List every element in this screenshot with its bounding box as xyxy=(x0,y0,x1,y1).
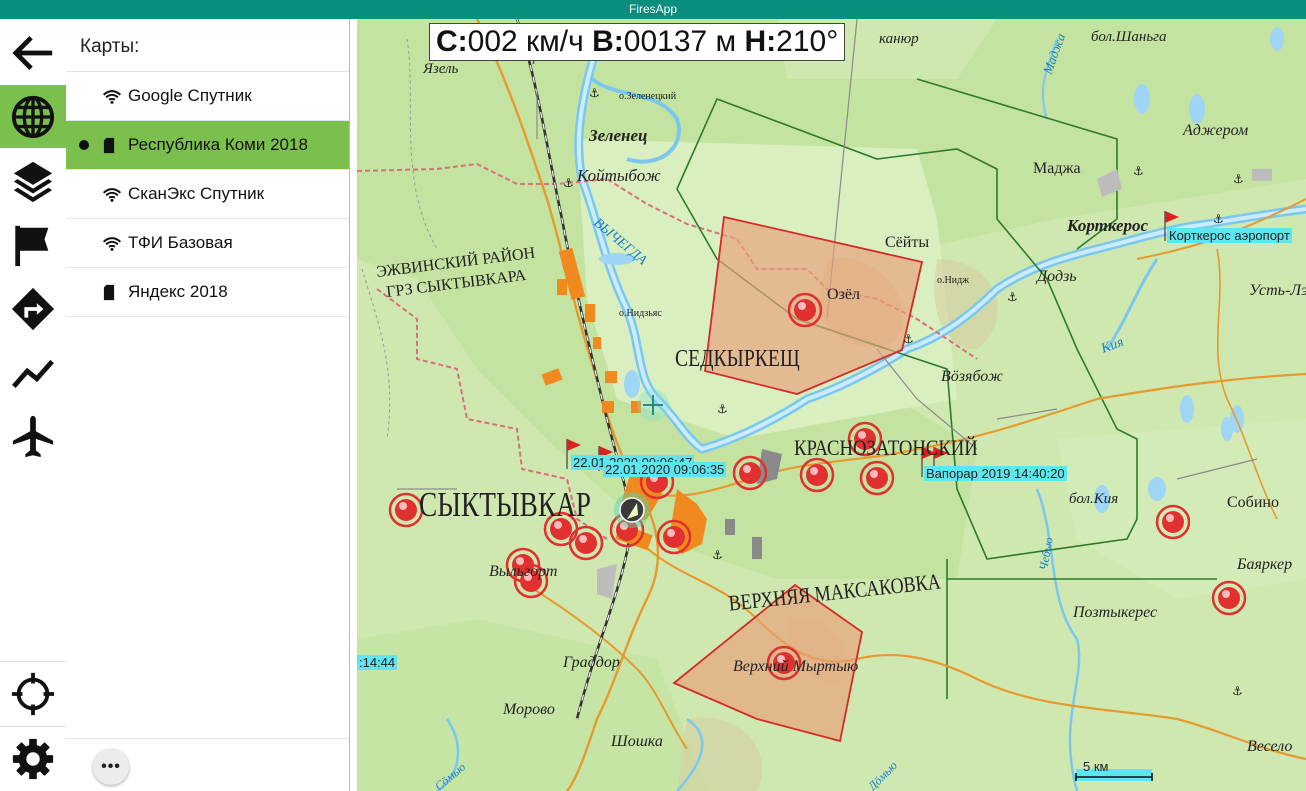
heading-value: 210° xyxy=(776,25,839,58)
altitude-label: В: xyxy=(592,25,624,58)
gear-icon xyxy=(12,738,54,779)
svg-text:⚓: ⚓ xyxy=(712,548,723,562)
label-graddor: Граддор xyxy=(562,654,620,671)
map-item-komi-2018[interactable]: Республика Коми 2018 xyxy=(66,121,349,170)
flags-button[interactable] xyxy=(0,213,66,276)
wifi-icon xyxy=(102,87,122,105)
label-morovo: Морово xyxy=(502,701,555,718)
settings-button[interactable] xyxy=(0,727,66,790)
heading-label: Н: xyxy=(744,25,777,58)
layers-button[interactable] xyxy=(0,149,66,212)
label-maja: Маджа xyxy=(1033,160,1081,177)
panel-title: Карты: xyxy=(66,19,349,72)
map-item-label: Google Спутник xyxy=(128,86,252,105)
flag-icon xyxy=(15,225,49,266)
arrow-left-icon xyxy=(12,35,53,70)
label-koytybozh: Койтыбож xyxy=(576,166,661,185)
gps-info-bar: С:002 км/ч В:00137 м Н:210° xyxy=(429,23,846,61)
label-kortkeros: Корткерос xyxy=(1066,216,1149,235)
svg-text:⚓: ⚓ xyxy=(1232,684,1243,698)
tool-rail xyxy=(0,19,67,791)
svg-text:⚓: ⚓ xyxy=(903,332,914,346)
map-item-label: Яндекс 2018 xyxy=(128,282,228,301)
label-shoshka: Шошка xyxy=(610,733,663,750)
label-o-nidzh: о.Нидж xyxy=(937,275,969,286)
track-button[interactable] xyxy=(0,341,66,404)
map-item-google-satellite[interactable]: Google Спутник xyxy=(66,72,349,121)
map-canvas[interactable]: ⚓ ⚓ ⚓ ⚓ ⚓ ⚓ ⚓ ⚓ ⚓ ⚓ СЫКТЫВКАР СЕДКЫРКЕЩ КРАСНО… xyxy=(357,19,1306,791)
crosshair-icon xyxy=(11,672,55,715)
wifi-icon xyxy=(102,234,122,252)
label-o-nidzyas: о.Нидзьяс xyxy=(619,308,662,319)
label-verkhny-myrtyu: Верхний Мыртыю xyxy=(733,658,858,675)
map-item-label: ТФИ Базовая xyxy=(128,233,233,252)
app-title-bar: FiresApp xyxy=(0,0,1306,19)
map-item-tfi-base[interactable]: ТФИ Базовая xyxy=(66,219,349,268)
layers-icon xyxy=(13,161,53,202)
flag-label[interactable]: Корткерос аэропорт xyxy=(1167,228,1292,243)
back-button[interactable] xyxy=(0,21,66,84)
label-zelenets: Зеленец xyxy=(588,126,647,145)
airplane-icon xyxy=(12,415,54,457)
wifi-icon xyxy=(102,185,122,203)
label-sedkyrkeshch: СЕДКЫРКЕЩ xyxy=(675,344,800,371)
map-item-label: СканЭкс Спутник xyxy=(128,184,265,203)
label-seyty: Сёйты xyxy=(885,234,929,251)
flag-label[interactable]: 22.01.2020 09:06:35 xyxy=(603,462,727,477)
maps-panel: Карты: Google Спутник Республика Коми 20… xyxy=(66,19,350,791)
scale-label: 5 км xyxy=(1083,759,1109,774)
label-sobino: Собино xyxy=(1227,494,1279,511)
panel-footer: ••• xyxy=(66,738,349,791)
sdcard-icon xyxy=(102,283,122,301)
map-item-yandex-2018[interactable]: Яндекс 2018 xyxy=(66,268,349,317)
label-ajerom: Аджером xyxy=(1182,122,1248,139)
more-options-button[interactable]: ••• xyxy=(93,749,129,785)
label-bol-kiya: бол.Кия xyxy=(1069,491,1118,507)
label-vylgort: Выльгорт xyxy=(489,563,557,580)
speed-value: 002 км/ч xyxy=(467,25,584,58)
flag-label[interactable]: Вапорар 2019 14:40:20 xyxy=(924,466,1067,481)
turn-right-sign-icon xyxy=(11,287,55,330)
map-item-label: Республика Коми 2018 xyxy=(128,135,308,154)
maps-button[interactable] xyxy=(0,85,66,148)
label-veselo: Весело xyxy=(1247,738,1292,755)
svg-text:⚓: ⚓ xyxy=(1213,212,1224,226)
flag-label[interactable]: :14:44 xyxy=(357,655,398,670)
app-title: FiresApp xyxy=(628,2,678,16)
svg-text:⚓: ⚓ xyxy=(563,176,574,190)
label-syktyvkar: СЫКТЫВКАР xyxy=(419,485,591,524)
altitude-value: 00137 м xyxy=(623,25,737,58)
globe-icon xyxy=(11,95,55,138)
label-yazel: Язель xyxy=(422,61,459,77)
svg-text:⚓: ⚓ xyxy=(717,402,728,416)
selected-indicator xyxy=(79,140,89,150)
label-dodz: Додзь xyxy=(1035,268,1077,285)
label-vezyabozh: Вӧзябож xyxy=(941,368,1003,385)
map-item-scanex-satellite[interactable]: СканЭкс Спутник xyxy=(66,170,349,219)
label-ust-lop: Усть-Лэ xyxy=(1249,282,1306,299)
label-ozel: Озёл xyxy=(827,286,860,303)
label-krasnozatonsky: КРАСНОЗАТОНСКИЙ xyxy=(794,436,978,461)
airplane-button[interactable] xyxy=(0,405,66,468)
svg-text:⚓: ⚓ xyxy=(1233,172,1244,186)
speed-label: С: xyxy=(436,25,468,58)
label-skanyor: канюр xyxy=(879,31,919,47)
label-bayarker: Баяркер xyxy=(1236,556,1292,573)
navigation-button[interactable] xyxy=(0,277,66,340)
label-o-zelenetsky: о.Зеленецкий xyxy=(619,91,677,102)
svg-text:⚓: ⚓ xyxy=(1007,290,1018,304)
locate-button[interactable] xyxy=(0,662,66,725)
trend-line-icon xyxy=(12,359,54,388)
sdcard-icon xyxy=(102,136,122,154)
map-view[interactable]: ⚓ ⚓ ⚓ ⚓ ⚓ ⚓ ⚓ ⚓ ⚓ ⚓ СЫКТЫВКАР СЕДКЫРКЕЩ КРАСНО… xyxy=(357,19,1306,791)
svg-text:⚓: ⚓ xyxy=(1133,164,1144,178)
label-poztykeres: Позтыкерес xyxy=(1072,604,1157,621)
svg-text:⚓: ⚓ xyxy=(589,86,600,100)
label-bol-shanga: бол.Шаньга xyxy=(1091,29,1167,45)
